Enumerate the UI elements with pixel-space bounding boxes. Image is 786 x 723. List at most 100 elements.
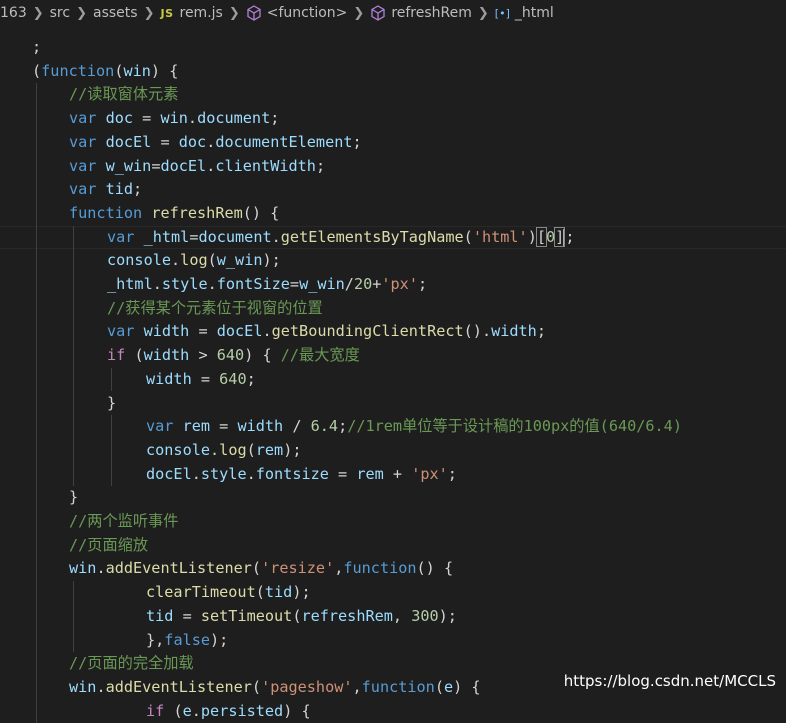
code-token: log [180,251,208,270]
code-token: ) { [283,701,311,720]
code-token: if [107,346,126,365]
chevron-right-icon: ❯ [477,5,489,21]
code-token: . [246,464,256,483]
code-line[interactable]: win.addEventListener('resize',function()… [69,557,453,581]
breadcrumb-item-src[interactable]: src [50,5,70,21]
code-token: [ [535,226,548,247]
code-token: var [69,132,97,151]
code-token: //最大宽度 [280,346,360,365]
breadcrumb-line-ref: 163 [0,5,27,21]
breadcrumb-item-html[interactable]: _html [515,5,554,21]
code-line[interactable]: _html.style.fontSize=w_win/20+'px'; [107,273,427,297]
code-token: ( [125,346,144,365]
code-line[interactable]: if (width > 640) { //最大宽度 [107,344,360,368]
code-token: getBoundingClientRect [271,322,464,341]
code-token: () { [242,203,280,222]
code-line[interactable]: console.log(rem); [146,439,302,463]
code-line[interactable]: var doc = win.document; [69,107,279,131]
code-token: width [491,322,537,341]
code-token: ( [251,677,262,696]
code-line[interactable]: (function(win) { [32,60,178,84]
code-token: (). [463,322,492,341]
code-token: docEl [216,322,263,341]
code-token: ; [447,464,457,483]
code-line[interactable]: var rem = width / 6.4;//1rem单位等于设计稿的100p… [146,415,682,439]
code-token: ( [255,583,265,602]
code-line[interactable]: if (e.persisted) { [146,700,311,723]
code-token: 20 [353,275,373,293]
code-token: , [352,677,362,696]
code-token: var [107,227,135,246]
code-editor[interactable]: ; (function(win) {//读取窗体元素 var doc = win.d… [0,26,786,723]
code-token: = [133,109,161,128]
code-line[interactable]: //页面缩放 [69,534,148,558]
code-line[interactable]: } [69,486,78,510]
code-token: //两个监听事件 [69,512,179,530]
code-token: . [96,677,106,696]
code-line[interactable]: } [107,392,116,416]
code-token: var [69,180,97,199]
code-line[interactable]: tid = setTimeout(refreshRem, 300); [146,605,457,629]
code-token: ) { [453,677,481,696]
code-token: . [206,156,216,175]
code-token: persisted [200,701,284,720]
code-token: = [289,275,300,293]
code-token: getElementsByTagName [280,227,464,246]
code-token: win [69,677,97,696]
code-token: _html [107,275,153,293]
code-token: > [189,346,217,365]
code-token: ; [270,109,280,128]
code-line[interactable]: //两个监听事件 [69,510,178,534]
code-line[interactable]: function refreshRem() { [69,202,279,226]
code-line[interactable]: var w_win=docEl.clientWidth; [69,155,325,179]
code-token: ); [283,440,302,459]
code-line[interactable]: clearTimeout(tid); [146,581,311,605]
breadcrumb-item-anon-function[interactable]: <function> [267,5,348,21]
code-token: if [146,701,165,720]
code-line[interactable]: docEl.style.fontsize = rem + 'px'; [146,463,457,487]
breadcrumb-item-refreshrem[interactable]: refreshRem [391,5,472,21]
indent-guide [36,83,37,723]
code-line[interactable]: win.addEventListener('pageshow',function… [69,676,481,700]
code-token: 640 [216,346,245,365]
code-line[interactable]: //页面的完全加载 [69,652,194,676]
code-token: width [143,346,190,365]
code-token: w_win [216,251,263,270]
code-token: var [107,322,135,341]
code-token: = [328,464,357,483]
indent-guide [73,581,74,653]
breadcrumb-item-assets[interactable]: assets [93,5,138,21]
code-token: . [271,227,281,246]
code-token: ; [565,227,575,246]
code-line[interactable]: //获得某个元素位于视窗的位置 [107,297,323,321]
code-line[interactable]: },false); [146,629,228,653]
code-token: doc [105,109,134,128]
code-token: ; [417,275,428,293]
js-file-icon: JS [160,6,174,20]
chevron-right-icon: ❯ [353,5,365,21]
code-token: / [344,275,354,293]
code-line[interactable]: var _html=document.getElementsByTagName(… [107,226,574,250]
code-token: w_win [105,156,152,175]
code-line[interactable]: width = 640; [146,368,256,392]
code-token: ); [438,606,457,625]
code-token: 'px' [381,275,418,293]
code-line[interactable]: //读取窗体元素 [69,83,178,107]
code-line[interactable]: console.log(w_win); [107,249,281,273]
code-line[interactable]: var width = docEl.getBoundingClientRect(… [107,320,546,344]
code-token: ; [536,322,546,341]
code-token: ( [434,677,444,696]
chevron-right-icon: ❯ [76,5,87,21]
code-token: ( [32,61,42,80]
breadcrumb-item-file[interactable]: rem.js [180,5,223,21]
code-token: log [219,440,247,459]
code-line[interactable]: ; [32,36,41,60]
indent-guide [111,415,112,487]
code-line[interactable]: var tid; [69,178,142,202]
code-token: ( [251,559,262,578]
code-token: ( [463,227,473,246]
code-token: fontsize [255,464,329,483]
code-line[interactable]: var docEl = doc.documentElement; [69,131,362,155]
